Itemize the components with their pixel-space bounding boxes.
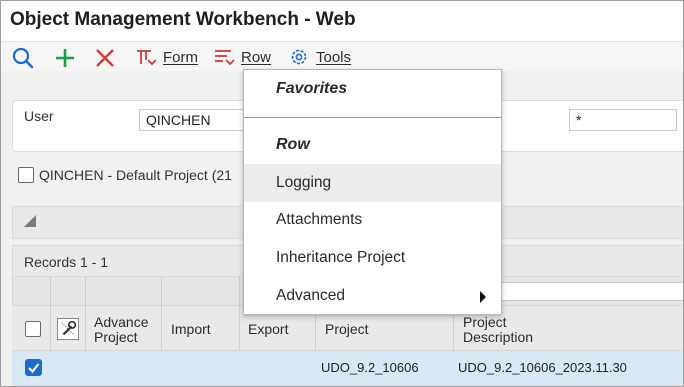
- row-icon: [215, 50, 235, 66]
- select-all-checkbox[interactable]: [25, 321, 41, 337]
- row-menu-label: Row: [241, 48, 272, 66]
- row-checkbox-checked[interactable]: [25, 359, 42, 376]
- menu-item-attachments[interactable]: Attachments: [244, 201, 501, 239]
- menu-item-inheritance-project[interactable]: Inheritance Project: [244, 239, 501, 277]
- column-divider: [239, 277, 240, 351]
- column-header-project-description[interactable]: Project Description: [463, 315, 533, 345]
- records-count: Records 1 - 1: [24, 254, 109, 270]
- cell-project-description: UDO_9.2_10606_2023.11.30: [458, 360, 627, 375]
- tools-menu-label: Tools: [316, 48, 352, 66]
- cell-project: UDO_9.2_10606: [321, 360, 419, 375]
- column-divider: [161, 277, 162, 351]
- toolbar: Form Row Tools: [1, 41, 683, 71]
- app-window: Object Management Workbench - Web Form R…: [0, 0, 684, 387]
- plus-icon[interactable]: [52, 45, 78, 71]
- collapse-triangle-icon[interactable]: [23, 214, 37, 228]
- row-menu-button[interactable]: Row: [213, 46, 271, 68]
- column-divider: [85, 277, 86, 351]
- column-divider: [50, 277, 51, 351]
- column-header-export[interactable]: Export: [248, 322, 288, 337]
- filter-field[interactable]: *: [569, 109, 677, 131]
- gear-icon: [291, 49, 307, 65]
- column-header-advance-project[interactable]: Advance Project: [94, 315, 148, 345]
- column-header-import[interactable]: Import: [171, 322, 211, 337]
- menu-item-logging[interactable]: Logging: [244, 164, 501, 202]
- row-dropdown-menu: Favorites Row Logging Attachments Inheri…: [243, 69, 502, 315]
- user-field[interactable]: QINCHEN: [139, 109, 247, 131]
- menu-section-row: Row: [276, 136, 310, 153]
- form-menu-button[interactable]: Form: [135, 46, 198, 68]
- submenu-arrow-icon: [480, 291, 486, 303]
- default-project-checkbox[interactable]: [18, 167, 34, 183]
- title-bar: Object Management Workbench - Web: [1, 1, 683, 39]
- menu-item-advanced[interactable]: Advanced: [244, 277, 501, 315]
- menu-section-favorites: Favorites: [276, 80, 348, 97]
- column-header-project[interactable]: Project: [325, 322, 369, 337]
- close-icon[interactable]: [92, 45, 118, 71]
- default-project-label: QINCHEN - Default Project (21: [39, 167, 232, 183]
- form-icon: [137, 50, 157, 66]
- wrench-icon[interactable]: [57, 318, 79, 340]
- form-menu-label: Form: [163, 48, 198, 66]
- menu-separator: [244, 117, 501, 118]
- user-label: User: [24, 108, 54, 124]
- tools-menu-button[interactable]: Tools: [288, 46, 351, 68]
- search-icon[interactable]: [10, 45, 36, 71]
- window-title: Object Management Workbench - Web: [10, 9, 356, 30]
